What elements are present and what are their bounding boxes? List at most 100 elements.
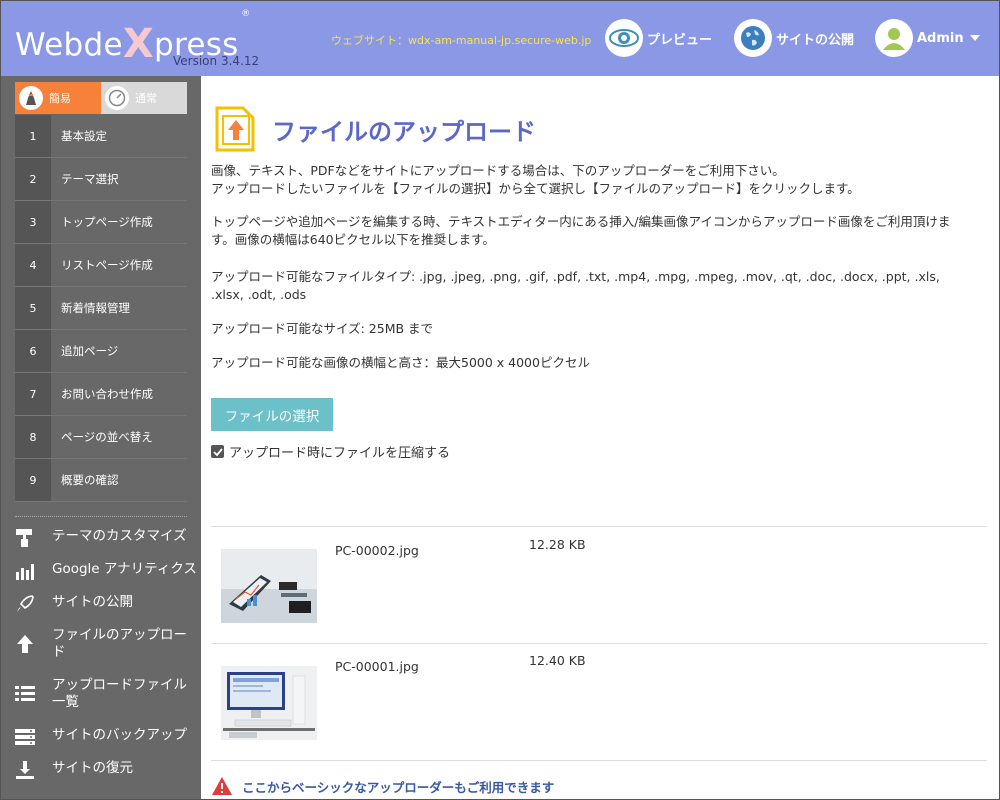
publish-label: サイトの公開 [776,32,855,48]
file-thumbnail[interactable] [221,549,317,623]
step-label: 追加ページ [61,344,119,358]
step-number: 6 [15,330,51,372]
file-types-paragraph: アップロード可能なファイルタイプ: .jpg, .jpeg, .png, .gi… [211,269,940,302]
sidebar-item-theme-customize[interactable]: テーマのカスタマイズ [15,528,201,561]
main-content: ファイルのアップロード 画像、テキスト、PDFなどをサイトにアップロードする場合… [201,76,999,799]
chevron-down-icon [969,35,980,41]
step-item-overview[interactable]: 9 概要の確認 [15,459,187,502]
tab-easy-label: 簡易 [49,92,71,105]
website-url-link[interactable]: ウェブサイト：wdx-am-manual-jp.secure-web.jp [331,32,591,48]
sidebar-item-uploaded-files[interactable]: アップロードファイル 一覧 [15,677,201,727]
file-row: PC-00002.jpg 12.28 KB [211,527,987,643]
tab-normal-label: 通常 [135,92,157,105]
step-label: 基本設定 [61,129,107,143]
server-icon [15,727,41,747]
globe-icon [734,19,772,57]
select-files-button[interactable]: ファイルの選択 [211,398,333,431]
step-item-additional-pages[interactable]: 6 追加ページ [15,330,187,373]
sidebar-item-publish[interactable]: サイトの公開 [15,594,201,627]
setup-steps: 1 基本設定 2 テーマ選択 3 トップページ作成 4 リストページ作成 5 新着情報管理… [15,115,187,502]
sidebar-item-google-analytics[interactable]: Google アナリティクス [15,561,201,594]
user-avatar-icon [875,19,913,57]
easy-mode-icon [19,86,43,110]
compress-label: アップロード時にファイルを圧縮する [229,446,451,461]
logo-text-x: X [122,21,154,67]
file-name-link[interactable]: PC-00002.jpg [335,543,419,558]
publish-site-button[interactable]: サイトの公開 [734,18,854,58]
tool-label: Google アナリティクス [52,561,197,577]
tool-label: ファイルのアップロード [52,627,187,660]
bar-chart-icon [15,561,41,581]
logo-text-left: Webde [15,27,123,63]
step-item-top-page[interactable]: 3 トップページ作成 [15,201,187,244]
step-item-theme-select[interactable]: 2 テーマ選択 [15,158,187,201]
mode-tabs: 簡易 通常 [15,82,187,114]
logo-registered-mark: ® [241,9,251,19]
step-number: 5 [15,287,51,329]
step-label: 概要の確認 [61,473,119,487]
tool-menu: テーマのカスタマイズ Google アナリティクス サイトの公開 ファイルのアッ… [15,528,201,793]
top-header: WebdeXpress ® Version 3.4.12 ウェブサイト：wdx-… [1,1,999,76]
basic-uploader-label: ここからベーシックなアップローダーもご利用できます [242,779,555,795]
sidebar: 簡易 通常 1 基本設定 2 テーマ選択 3 トップページ作成 4 リストページ作成 5… [1,76,201,799]
file-row: PC-00001.jpg 12.40 KB [211,644,987,760]
editor-paragraph: トップページや追加ページを編集する時、テキストエディター内にある挿入/編集画像ア… [211,214,951,247]
preview-label: プレビュー [647,32,713,48]
page-title: ファイルのアップロード [272,118,536,146]
tool-label: サイトの公開 [52,594,133,610]
step-label: ページの並べ替え [61,430,153,444]
step-number: 4 [15,244,51,286]
tool-label: サイトのバックアップ [52,727,187,743]
sidebar-item-backup[interactable]: サイトのバックアップ [15,727,201,760]
step-item-list-page[interactable]: 4 リストページ作成 [15,244,187,287]
file-size: 12.28 KB [529,537,586,552]
file-name-link[interactable]: PC-00001.jpg [335,659,419,674]
sidebar-item-file-upload[interactable]: ファイルのアップロード [15,627,201,677]
gauge-icon [105,86,129,110]
divider [211,760,987,761]
sidebar-divider [15,516,187,517]
step-number: 9 [15,459,51,501]
step-label: リストページ作成 [61,258,153,272]
step-label: テーマ選択 [61,172,119,186]
admin-menu-button[interactable]: Admin [875,18,980,58]
eye-icon [605,19,643,57]
intro-paragraph: 画像、テキスト、PDFなどをサイトにアップロードする場合は、下のアップローダーを… [211,163,860,196]
tab-normal-mode[interactable]: 通常 [101,82,187,114]
app-window: WebdeXpress ® Version 3.4.12 ウェブサイト：wdx-… [0,0,1000,800]
file-upload-icon [215,104,255,156]
version-label: Version 3.4.12 [173,54,260,68]
step-number: 3 [15,201,51,243]
max-size-text: アップロード可能なサイズ: 25MB まで [211,321,434,336]
tool-label: テーマのカスタマイズ [52,528,187,544]
max-dimensions-text: アップロード可能な画像の横幅と高さ：最大5000 x 4000ピクセル [211,355,590,370]
warning-icon [211,776,233,796]
list-icon [15,684,41,704]
rocket-icon [15,594,41,614]
step-label: 新着情報管理 [61,301,130,315]
file-thumbnail[interactable] [221,666,317,740]
step-number: 8 [15,416,51,458]
step-item-page-order[interactable]: 8 ページの並べ替え [15,416,187,459]
basic-uploader-link[interactable]: ここからベーシックなアップローダーもご利用できます [211,776,554,796]
step-item-basic-settings[interactable]: 1 基本設定 [15,115,187,158]
tool-label: サイトの復元 [52,760,133,776]
admin-label: Admin [917,30,964,46]
step-label: トップページ作成 [61,215,153,229]
step-label: お問い合わせ作成 [61,387,153,401]
step-number: 1 [15,115,51,157]
tab-easy-mode[interactable]: 簡易 [15,82,101,114]
sidebar-item-restore[interactable]: サイトの復元 [15,760,201,793]
download-icon [15,760,41,780]
step-number: 7 [15,373,51,415]
tool-label: アップロードファイル 一覧 [52,677,187,710]
step-number: 2 [15,158,51,200]
compress-option: アップロード時にファイルを圧縮する [211,442,450,461]
step-item-contact-form[interactable]: 7 お問い合わせ作成 [15,373,187,416]
compress-checkbox[interactable] [211,445,224,458]
preview-button[interactable]: プレビュー [605,18,712,58]
paint-roller-icon [15,528,41,548]
step-item-news[interactable]: 5 新着情報管理 [15,287,187,330]
upload-arrow-icon [15,634,41,654]
file-size: 12.40 KB [529,653,586,668]
